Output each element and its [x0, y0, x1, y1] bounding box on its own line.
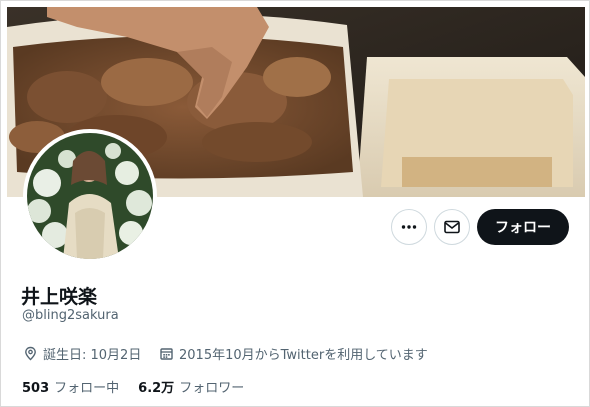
message-button[interactable]	[434, 209, 470, 245]
more-horizontal-icon	[401, 225, 417, 229]
birthday-text: 誕生日: 10月2日	[43, 348, 142, 363]
mail-icon	[444, 220, 460, 234]
follow-stats: 503 フォロー中 6.2万 フォロワー	[22, 377, 263, 396]
joined-date-info: 2015年10月からTwitterを利用しています	[159, 344, 428, 363]
profile-handle: @bling2sakura	[22, 308, 119, 323]
following-count: 503	[22, 381, 50, 396]
calendar-icon	[160, 348, 173, 360]
birthday-info: 誕生日: 10月2日	[23, 344, 141, 363]
profile-card: フォロー 井上咲楽 @bling2sakura 誕生日: 10月2日 2015年…	[0, 0, 590, 407]
profile-display-name: 井上咲楽	[21, 286, 98, 308]
followers-label: フォロワー	[179, 381, 245, 396]
joined-date-text: 2015年10月からTwitterを利用しています	[179, 348, 428, 363]
more-options-button[interactable]	[391, 209, 427, 245]
following-label: フォロー中	[54, 381, 120, 396]
profile-avatar[interactable]	[23, 129, 157, 263]
follow-button[interactable]: フォロー	[477, 209, 569, 245]
followers-link[interactable]: 6.2万 フォロワー	[138, 377, 244, 396]
location-pin-icon	[25, 346, 36, 361]
following-link[interactable]: 503 フォロー中	[22, 377, 119, 396]
followers-count: 6.2万	[138, 381, 175, 396]
